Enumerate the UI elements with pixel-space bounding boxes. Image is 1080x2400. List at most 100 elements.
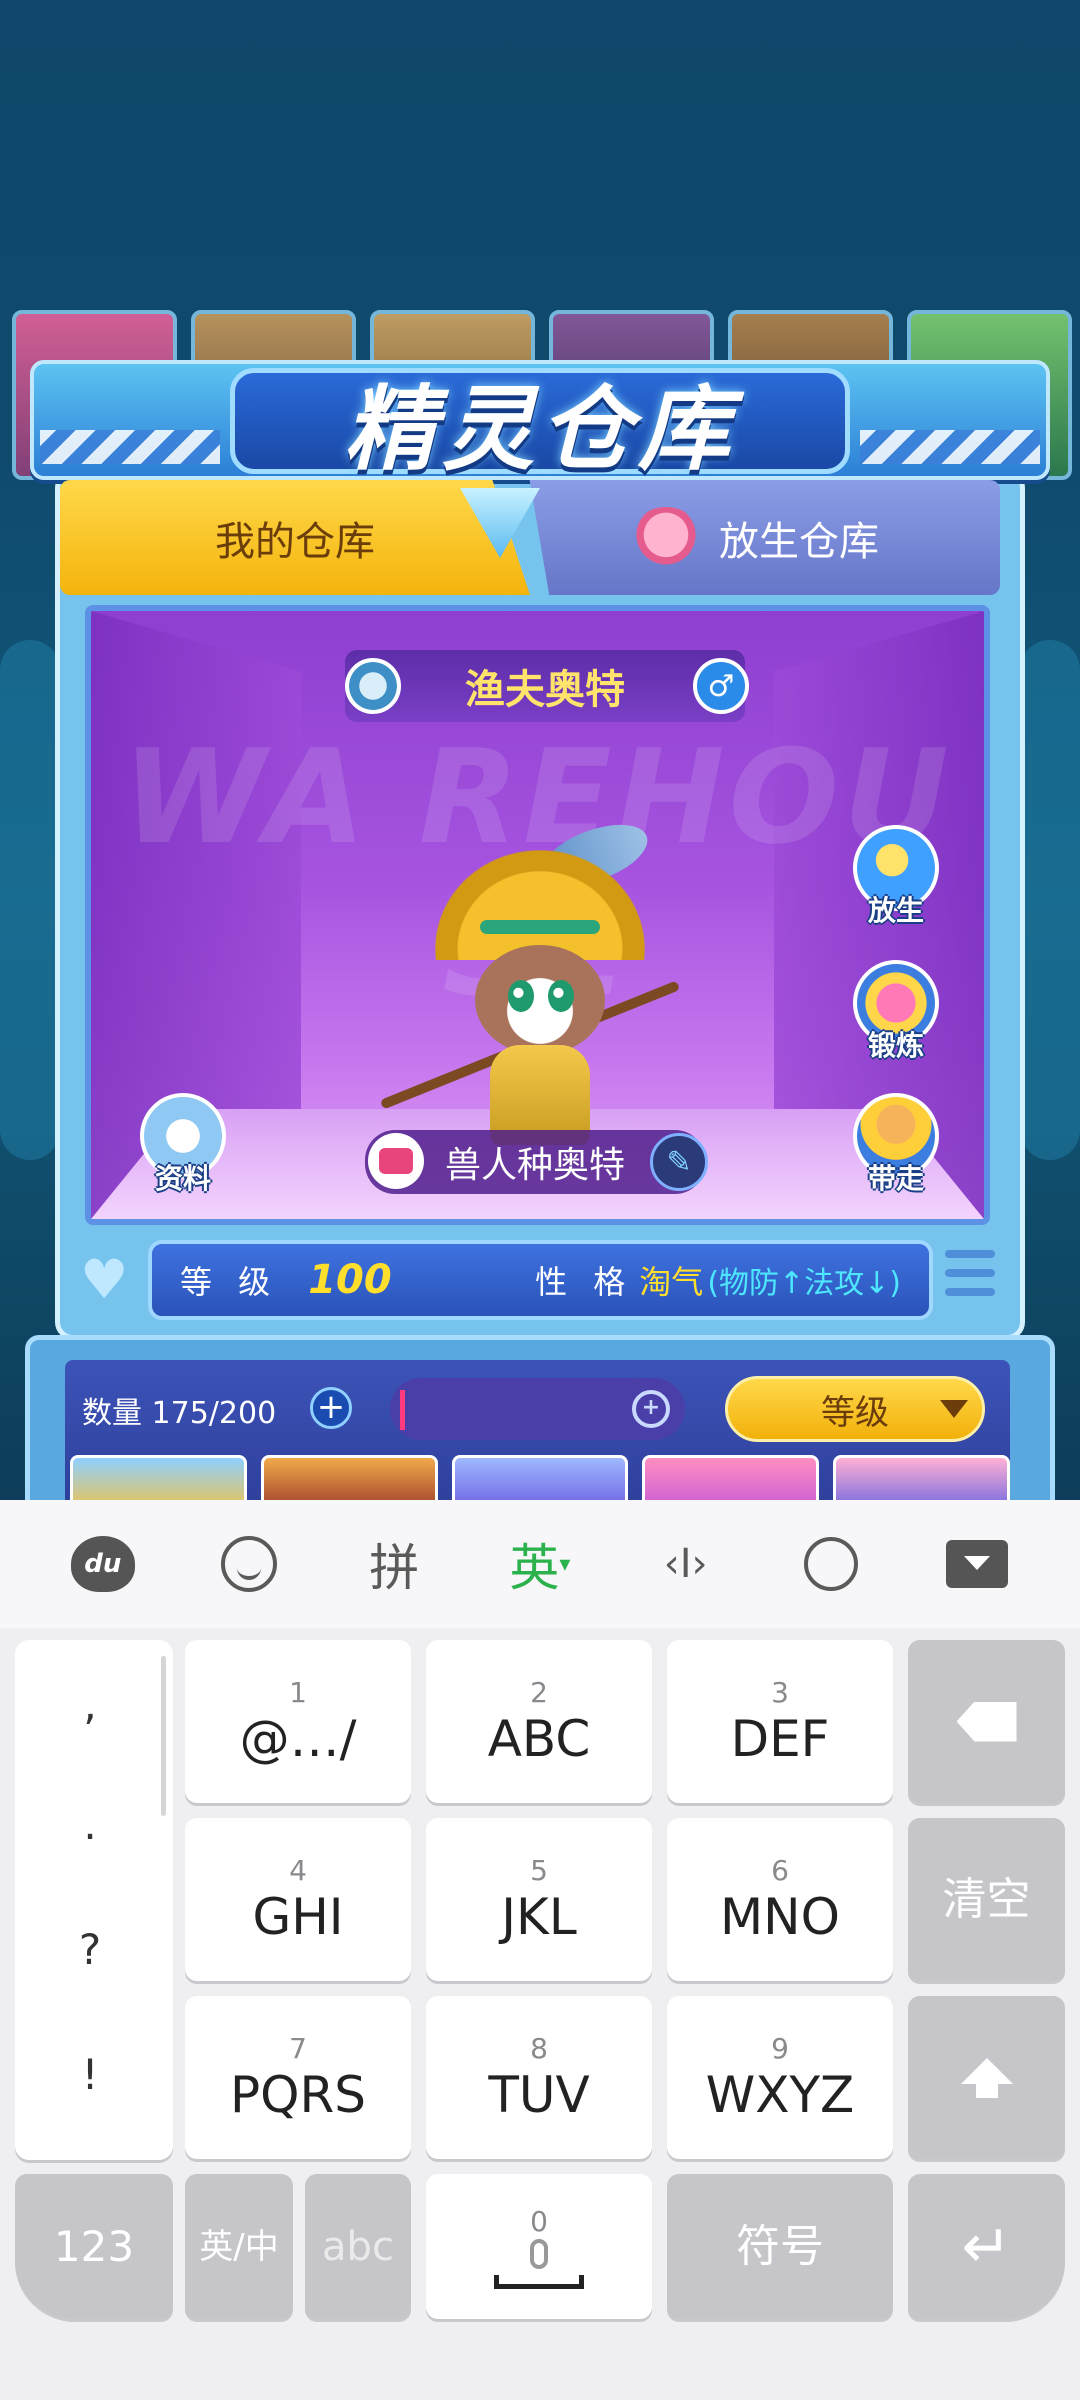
key-number: 3 [771,1675,789,1709]
key-label: @…/ [239,1709,357,1768]
release-label: 放生 [867,894,924,927]
search-icon[interactable]: + [632,1390,670,1428]
keyboard-toolbar: du 拼 英 ▾ ‹I› [0,1500,1080,1628]
storage-count: 数量 175/200 [82,1396,277,1431]
key-6[interactable]: 6 MNO [667,1818,893,1981]
title-plate: 精灵仓库 [230,368,850,483]
language-switch-key[interactable]: 英/中 [185,2174,293,2319]
zero-label: 0 [530,2204,548,2238]
pet-eye [508,980,534,1012]
shift-arrow-icon [960,2057,1013,2084]
pet-character[interactable] [379,812,681,1150]
abc-label: abc [322,2223,394,2270]
key-number: 6 [771,1853,789,1887]
punctuation-column: , . ? ! [15,1640,173,2160]
punct-comma[interactable]: , [15,1680,165,1729]
enter-key[interactable]: ↵ [908,2174,1065,2319]
pet-thumbnail[interactable] [451,1455,629,1500]
pet-name-plate: 渔夫奥特 [345,650,745,722]
emoji-button[interactable] [204,1519,294,1609]
search-icon [804,1537,859,1591]
english-mode-button[interactable]: 英 ▾ [495,1519,585,1609]
key-8[interactable]: 8 TUV [426,1996,652,2159]
take-away-button[interactable]: 带走 [850,1093,942,1197]
release-button[interactable]: 放生 [850,825,942,929]
pet-head [475,945,605,1055]
punct-question[interactable]: ? [15,1925,165,1974]
key-label: TUV [488,2065,590,2124]
nature-detail: (物防↑法攻↓) [707,1266,901,1301]
tab-label: 放生仓库 [719,518,879,565]
key-number: 9 [771,2031,789,2065]
key-number: 5 [530,1853,548,1887]
nature-value: 淘气 [639,1263,704,1301]
forge-button[interactable]: 锻炼 [850,960,942,1064]
language-switch-label: 英/中 [199,2226,279,2267]
cursor-icon: ‹I› [663,1541,708,1587]
ime-logo-button[interactable]: du [58,1519,148,1609]
hide-keyboard-button[interactable] [932,1519,1022,1609]
cursor-move-button[interactable]: ‹I› [641,1519,731,1609]
punct-exclaim[interactable]: ! [15,2050,165,2099]
sort-label: 等级 [821,1392,889,1433]
card-icon-shape [379,1148,413,1174]
key-label: ABC [487,1709,591,1768]
left-side-decoration [0,640,60,1160]
key-9[interactable]: 9 WXYZ [667,1996,893,2159]
tab-label: 我的仓库 [215,518,375,565]
key-5[interactable]: 5 JKL [426,1818,652,1981]
banner-stripe [40,430,220,464]
key-3[interactable]: 3 DEF [667,1640,893,1803]
clear-label: 清空 [942,1873,1031,1925]
text-caret [400,1390,405,1430]
pet-thumbnail[interactable] [642,1455,820,1500]
pet-stats-bar: 等 级 100 性 格 淘气 (物防↑法攻↓) [148,1240,933,1320]
key-number: 1 [289,1675,307,1709]
element-type-icon [345,658,401,714]
expand-storage-button[interactable]: + [310,1387,352,1429]
key-4[interactable]: 4 GHI [185,1818,411,1981]
pinyin-button[interactable]: 拼 [349,1519,439,1609]
abc-key[interactable]: abc [305,2174,411,2319]
key-label: WXYZ [705,2065,855,2124]
species-card-icon[interactable] [368,1133,424,1189]
pet-thumbnail[interactable] [70,1455,247,1500]
warehouse-tabs: 我的仓库 放生仓库 [60,480,1020,595]
symbols-key[interactable]: 符号 [667,2174,893,2319]
space-zero-key[interactable]: 0 [426,2174,652,2319]
number-mode-label: 123 [53,2221,135,2271]
menu-icon[interactable] [945,1250,995,1310]
shift-key[interactable] [908,1996,1065,2159]
pinyin-label: 拼 [369,1539,420,1597]
key-2[interactable]: 2 ABC [426,1640,652,1803]
key-number: 4 [289,1853,307,1887]
symbols-label: 符号 [736,2220,824,2272]
edit-name-icon[interactable]: ✎ [650,1133,708,1191]
key-number: 8 [530,2031,548,2065]
forge-label: 锻炼 [867,1029,924,1062]
microphone-icon [530,2238,548,2269]
key-1[interactable]: 1 @…/ [185,1640,411,1803]
hat-band [480,920,600,934]
pet-eye [548,980,574,1012]
favorite-heart-icon[interactable]: ♥ [80,1253,134,1307]
chevron-down-icon [946,1540,1009,1588]
pet-thumbnail[interactable] [260,1455,438,1500]
tab-release-warehouse[interactable]: 放生仓库 [529,480,1000,595]
number-mode-key[interactable]: 123 [15,2174,173,2319]
male-gender-icon: ♂ [693,658,749,714]
punct-period[interactable]: . [15,1800,165,1849]
right-side-decoration [1020,640,1080,1160]
punctuation-scrollbar [161,1656,166,1816]
key-7[interactable]: 7 PQRS [185,1996,411,2159]
pet-thumbnail-row [70,1455,1010,1500]
smiley-icon [220,1536,277,1592]
pet-thumbnail[interactable] [833,1455,1010,1500]
backspace-key[interactable] [908,1640,1065,1803]
info-button[interactable]: 资料 [137,1093,229,1197]
level-value: 100 [308,1257,392,1303]
tab-my-warehouse[interactable]: 我的仓库 [60,480,530,595]
input-keyboard: du 拼 英 ▾ ‹I› , . ? ! 1 @…/ 2 ABC 3 DEF 4… [0,1500,1080,2400]
keyboard-search-button[interactable] [786,1519,876,1609]
clear-key[interactable]: 清空 [908,1818,1065,1981]
